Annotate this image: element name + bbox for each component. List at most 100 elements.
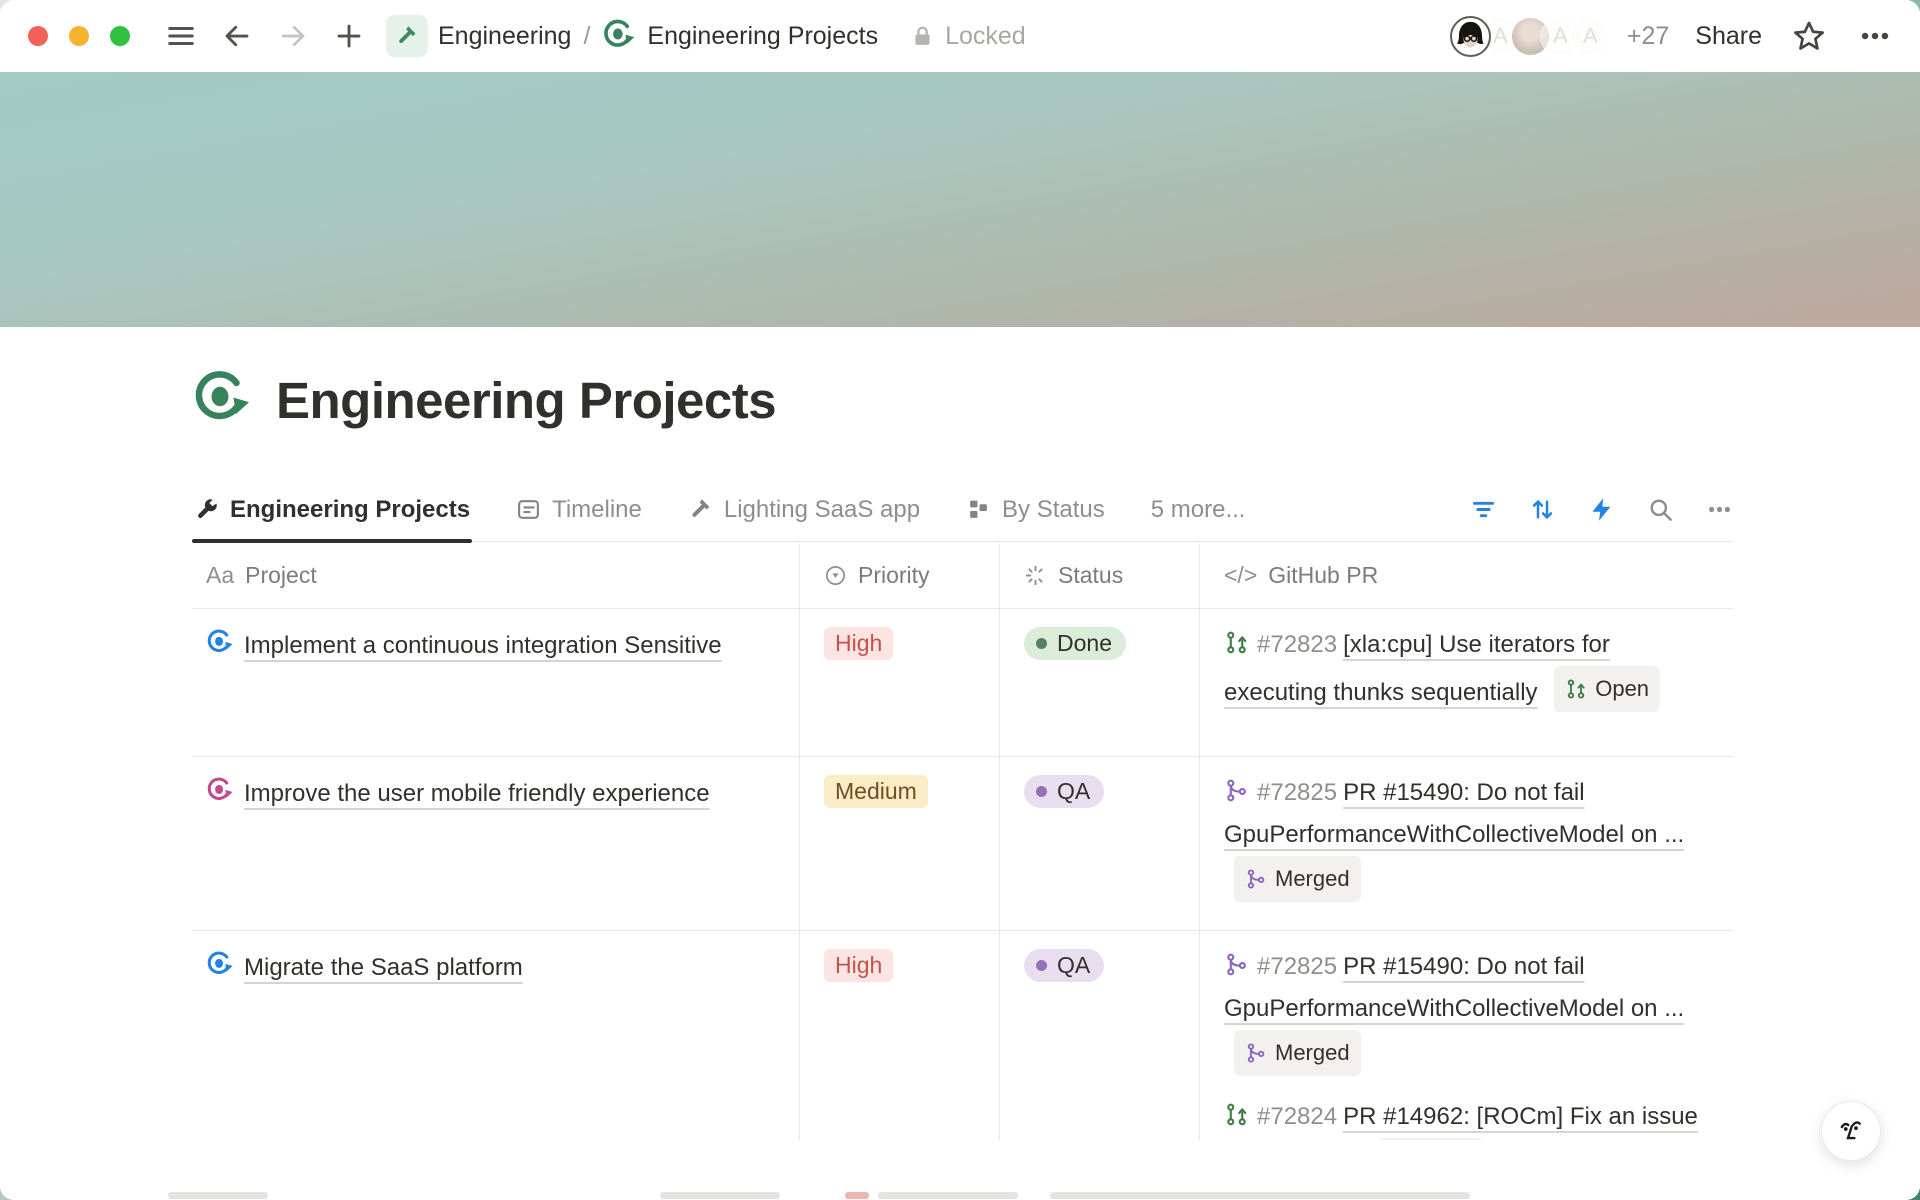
pr-number: #72824 bbox=[1257, 1103, 1337, 1130]
close-window-button[interactable] bbox=[28, 26, 48, 46]
more-icon[interactable] bbox=[1858, 19, 1892, 53]
column-label: Status bbox=[1058, 562, 1123, 589]
hammer-icon[interactable] bbox=[386, 15, 428, 57]
view-tabs-bar: Engineering Projects Timeline Lighting S… bbox=[192, 478, 1733, 542]
menu-icon[interactable] bbox=[160, 15, 202, 57]
tab-lighting-saas-app[interactable]: Lighting SaaS app bbox=[686, 478, 922, 542]
clipped-next-row bbox=[878, 1192, 1018, 1199]
tab-engineering-projects[interactable]: Engineering Projects bbox=[192, 478, 472, 542]
avatar[interactable]: A bbox=[1570, 16, 1611, 57]
sort-icon[interactable] bbox=[1529, 496, 1556, 523]
page-cover-image[interactable] bbox=[0, 72, 1920, 327]
status-cell[interactable]: QA bbox=[1000, 931, 1200, 1140]
tab-label: Timeline bbox=[552, 496, 642, 524]
collaborator-avatars[interactable]: A A A bbox=[1450, 16, 1611, 57]
tab-label: Engineering Projects bbox=[230, 496, 470, 524]
share-button[interactable]: Share bbox=[1695, 22, 1762, 51]
project-cell[interactable]: Migrate the SaaS platform bbox=[192, 931, 800, 1140]
pr-number: #72825 bbox=[1257, 779, 1337, 806]
breadcrumb-parent[interactable]: Engineering bbox=[438, 22, 571, 51]
status-pill[interactable]: QA bbox=[1024, 775, 1104, 808]
avatar[interactable] bbox=[1450, 16, 1491, 57]
github-pr-cell[interactable]: #72823[xla:cpu] Use iterators for execut… bbox=[1200, 609, 1733, 756]
breadcrumb-current[interactable]: Engineering Projects bbox=[647, 22, 878, 51]
column-label: GitHub PR bbox=[1268, 562, 1378, 589]
pull-request-merged-icon bbox=[1224, 778, 1249, 803]
select-icon bbox=[824, 564, 847, 587]
column-header-project[interactable]: Aa Project bbox=[192, 543, 800, 608]
column-header-github-pr[interactable]: </> GitHub PR bbox=[1200, 543, 1733, 608]
github-pr-cell[interactable]: #72825PR #15490: Do not fail GpuPerforma… bbox=[1200, 931, 1733, 1140]
priority-cell[interactable]: High bbox=[800, 931, 1000, 1140]
table-row: Implement a continuous integration Sensi… bbox=[192, 609, 1733, 757]
automation-icon[interactable] bbox=[1588, 496, 1615, 523]
spiral-arrow-icon[interactable] bbox=[192, 370, 252, 430]
project-title-link[interactable]: Improve the user mobile friendly experie… bbox=[244, 780, 710, 807]
view-toolbar bbox=[1470, 496, 1733, 523]
hammer-icon bbox=[688, 497, 713, 522]
locked-label: Locked bbox=[945, 22, 1026, 51]
tab-by-status[interactable]: By Status bbox=[964, 478, 1107, 542]
table-header-row: Aa Project Priority Status </> GitHub PR bbox=[192, 543, 1733, 609]
table-row: Improve the user mobile friendly experie… bbox=[192, 757, 1733, 931]
status-cell[interactable]: QA bbox=[1000, 757, 1200, 930]
window-controls bbox=[28, 26, 130, 46]
pr-state-label: Merged bbox=[1275, 1032, 1350, 1074]
status-pill[interactable]: Done bbox=[1024, 627, 1126, 660]
page-title[interactable]: Engineering Projects bbox=[276, 371, 776, 430]
search-icon[interactable] bbox=[1647, 496, 1674, 523]
pr-entry: #72823[xla:cpu] Use iterators for execut… bbox=[1224, 624, 1713, 714]
forward-icon[interactable] bbox=[272, 15, 314, 57]
avatar-overflow-count[interactable]: +27 bbox=[1627, 22, 1669, 51]
board-icon bbox=[966, 497, 991, 522]
status-dot bbox=[1036, 638, 1047, 649]
clipped-next-row bbox=[845, 1192, 869, 1199]
project-cell[interactable]: Improve the user mobile friendly experie… bbox=[192, 757, 800, 930]
locked-indicator[interactable]: Locked bbox=[910, 22, 1026, 51]
priority-pill[interactable]: Medium bbox=[824, 775, 928, 808]
project-cell[interactable]: Implement a continuous integration Sensi… bbox=[192, 609, 800, 756]
clipped-next-row bbox=[660, 1192, 780, 1199]
pr-entry: #72825PR #15490: Do not fail GpuPerforma… bbox=[1224, 946, 1713, 1078]
column-header-status[interactable]: Status bbox=[1000, 543, 1200, 608]
status-pill[interactable]: QA bbox=[1024, 949, 1104, 982]
back-icon[interactable] bbox=[216, 15, 258, 57]
new-page-icon[interactable] bbox=[328, 15, 370, 57]
project-title-link[interactable]: Implement a continuous integration Sensi… bbox=[244, 632, 722, 659]
github-pr-cell[interactable]: #72825PR #15490: Do not fail GpuPerforma… bbox=[1200, 757, 1733, 930]
priority-pill[interactable]: High bbox=[824, 627, 893, 660]
clipped-next-row bbox=[168, 1192, 268, 1199]
star-icon[interactable] bbox=[1792, 19, 1826, 53]
pr-number: #72823 bbox=[1257, 631, 1337, 658]
pull-request-open-icon bbox=[1224, 630, 1249, 655]
column-header-priority[interactable]: Priority bbox=[800, 543, 1000, 608]
more-icon[interactable] bbox=[1706, 496, 1733, 523]
code-icon: </> bbox=[1224, 562, 1257, 589]
status-label: Done bbox=[1057, 630, 1112, 657]
wrench-icon bbox=[194, 497, 219, 522]
priority-cell[interactable]: Medium bbox=[800, 757, 1000, 930]
minimize-window-button[interactable] bbox=[69, 26, 89, 46]
spiral-arrow-icon bbox=[206, 629, 234, 657]
pr-state-label: Open bbox=[1595, 668, 1649, 710]
priority-pill[interactable]: High bbox=[824, 949, 893, 982]
pr-state-badge: Open bbox=[1554, 666, 1660, 712]
pull-request-merged-icon bbox=[1245, 868, 1267, 890]
pr-entry: #72824PR #14962: [ROCm] Fix an issue wit… bbox=[1224, 1096, 1713, 1140]
clipped-next-row bbox=[1050, 1192, 1470, 1199]
status-dot bbox=[1036, 786, 1047, 797]
pull-request-merged-icon bbox=[1245, 1042, 1267, 1064]
filter-icon[interactable] bbox=[1470, 496, 1497, 523]
lock-icon bbox=[910, 24, 935, 49]
tab-timeline[interactable]: Timeline bbox=[514, 478, 644, 542]
pull-request-open-icon bbox=[1224, 1102, 1249, 1127]
status-cell[interactable]: Done bbox=[1000, 609, 1200, 756]
notion-ai-button[interactable] bbox=[1821, 1101, 1881, 1161]
pr-state-label: Merged bbox=[1275, 858, 1350, 900]
project-title-link[interactable]: Migrate the SaaS platform bbox=[244, 954, 523, 981]
pr-number: #72825 bbox=[1257, 953, 1337, 980]
pull-request-merged-icon bbox=[1224, 952, 1249, 977]
zoom-window-button[interactable] bbox=[110, 26, 130, 46]
tab-more-views[interactable]: 5 more... bbox=[1149, 478, 1248, 542]
priority-cell[interactable]: High bbox=[800, 609, 1000, 756]
